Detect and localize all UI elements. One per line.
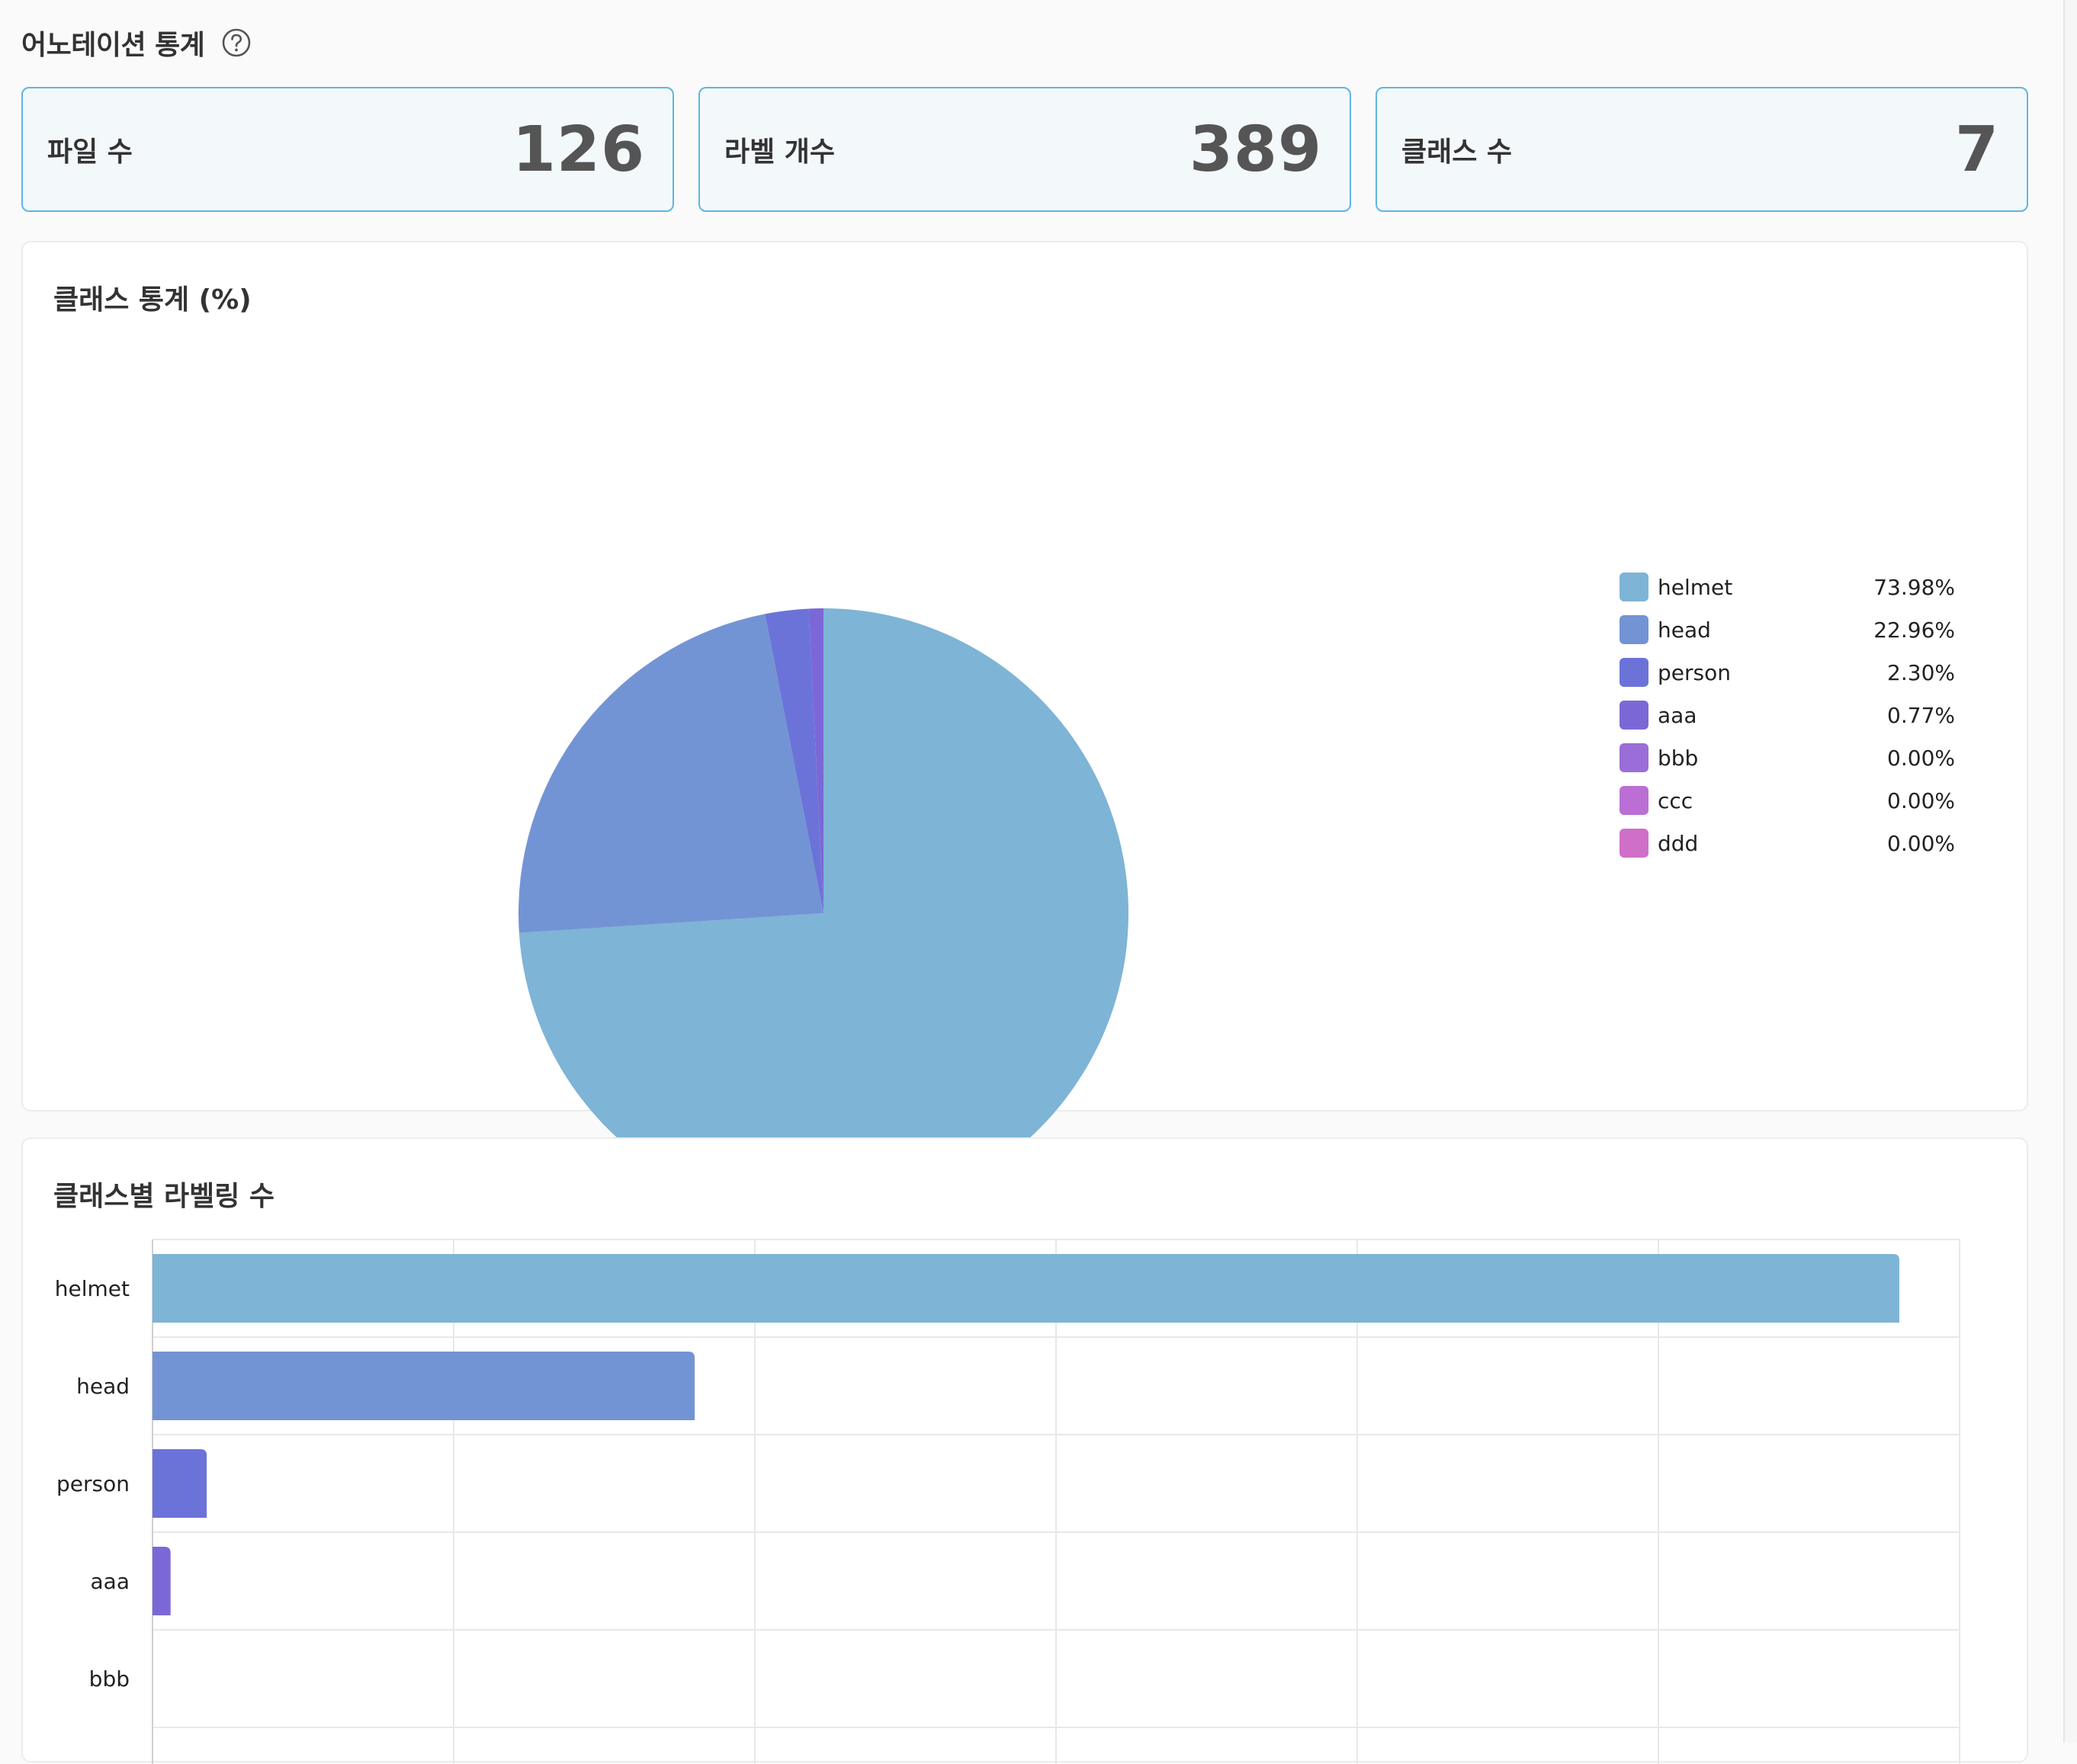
legend-item-aaa[interactable]: aaa 0.77%: [1620, 694, 1955, 736]
bar-category-label: bbb: [89, 1666, 130, 1692]
legend-swatch: [1620, 743, 1648, 772]
legend-value: 0.77%: [1887, 702, 1955, 728]
legend-value: 22.96%: [1873, 617, 1955, 643]
bar-category-label: helmet: [55, 1276, 130, 1301]
legend-name: bbb: [1658, 745, 1699, 771]
stat-value: 389: [1189, 113, 1322, 186]
legend-name: ccc: [1658, 787, 1693, 813]
legend-item-helmet[interactable]: helmet 73.98%: [1620, 566, 1955, 608]
page-scrollbar[interactable]: [2063, 0, 2077, 1743]
bar-category-label: aaa: [91, 1569, 130, 1594]
stat-value: 126: [512, 113, 645, 186]
bar-chart-panel: 클래스별 라벨링 수 helmet head person aaa bbb: [21, 1137, 2028, 1764]
legend-item-ccc[interactable]: ccc 0.00%: [1620, 779, 1955, 822]
legend-item-head[interactable]: head 22.96%: [1620, 608, 1955, 651]
legend-swatch: [1620, 615, 1648, 644]
legend-swatch: [1620, 829, 1648, 858]
legend-name: ddd: [1658, 830, 1699, 856]
bar-head[interactable]: [152, 1352, 695, 1420]
legend-name: person: [1658, 659, 1731, 685]
stat-card-files: 파일 수 126: [21, 87, 674, 212]
legend-swatch: [1620, 701, 1648, 730]
legend-name: head: [1658, 617, 1711, 643]
stat-value: 7: [1954, 113, 1999, 186]
legend-item-ddd[interactable]: ddd 0.00%: [1620, 822, 1955, 864]
stat-label: 라벨 개수: [724, 136, 836, 168]
legend-name: aaa: [1658, 702, 1697, 728]
legend-value: 2.30%: [1887, 659, 1955, 685]
legend-swatch: [1620, 572, 1648, 601]
legend-value: 73.98%: [1873, 574, 1955, 600]
title-row: 어노테이션 통계: [21, 21, 252, 64]
legend-name: helmet: [1658, 574, 1733, 600]
legend-value: 0.00%: [1887, 830, 1955, 856]
bar-helmet[interactable]: [152, 1254, 1899, 1323]
bar-category-label: head: [76, 1374, 130, 1399]
bar-category-label: person: [56, 1471, 130, 1496]
legend-item-bbb[interactable]: bbb 0.00%: [1620, 736, 1955, 779]
page-title: 어노테이션 통계: [21, 30, 205, 61]
bar-person[interactable]: [152, 1449, 207, 1518]
legend-swatch: [1620, 786, 1648, 815]
stat-label: 파일 수: [47, 136, 133, 168]
stat-label: 클래스 수: [1401, 136, 1513, 168]
stat-card-classes: 클래스 수 7: [1376, 87, 2028, 212]
bar-aaa[interactable]: [152, 1547, 171, 1615]
question-circle-icon[interactable]: [221, 27, 252, 58]
pie-chart: [518, 608, 1128, 1218]
bar-chart: helmet head person aaa bbb: [55, 1239, 1960, 1764]
pie-legend: helmet 73.98% head 22.96% person 2.30% a…: [1620, 566, 1955, 864]
pie-panel-title: 클래스 통계 (%): [53, 284, 252, 316]
legend-item-person[interactable]: person 2.30%: [1620, 651, 1955, 694]
legend-value: 0.00%: [1887, 787, 1955, 813]
stat-card-labels: 라벨 개수 389: [698, 87, 1351, 212]
pie-chart-panel: 클래스 통계 (%) helmet 73.98% head 22.96% per…: [21, 241, 2028, 1218]
legend-value: 0.00%: [1887, 745, 1955, 771]
legend-swatch: [1620, 658, 1648, 687]
annotation-stats-page: 어노테이션 통계 파일 수 126 라벨 개수 389 클래스 수 7 클래스 …: [0, 0, 2077, 1764]
